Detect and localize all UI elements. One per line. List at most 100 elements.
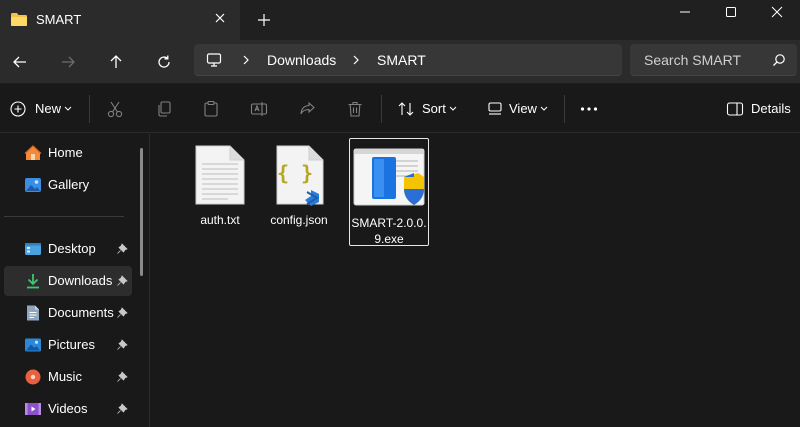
details-pane-button[interactable]: Details [726,97,792,121]
close-window-button[interactable] [754,0,800,28]
sidebar-item-label: Pictures [48,337,95,352]
new-button-label: New [35,101,62,116]
sidebar-divider [4,216,124,217]
more-options-button[interactable] [580,97,600,121]
command-bar: New Sort View Details [0,85,800,133]
new-button[interactable]: New [10,97,76,121]
search-icon [773,54,785,66]
file-item-smart-exe[interactable]: SMART-2.0.0.9.exe [349,138,429,246]
rename-icon [250,102,268,116]
sidebar-item-label: Music [48,369,82,384]
file-name: auth.txt [200,213,240,227]
new-tab-icon[interactable] [255,11,273,29]
plus-circle-icon [10,101,26,117]
sidebar-item-label: Desktop [48,241,96,256]
arrow-left-icon [13,56,26,68]
search-input[interactable]: Search SMART [644,52,741,68]
sidebar-item-videos[interactable]: Videos [4,394,132,424]
search-box[interactable]: Search SMART [630,44,797,76]
sidebar-item-pictures[interactable]: Pictures [4,330,132,360]
desktop-icon [25,243,41,255]
json-file-icon: { } [276,145,324,206]
close-icon [771,6,783,18]
documents-icon [27,305,39,321]
maximize-button[interactable] [708,0,754,28]
pin-icon[interactable] [116,307,128,319]
view-icon [488,102,502,115]
back-button[interactable] [8,50,32,74]
text-file-icon [195,145,245,205]
folder-icon [11,13,27,26]
sidebar-item-label: Videos [48,401,88,416]
view-button[interactable]: View [486,97,550,121]
rename-button[interactable] [250,97,268,121]
address-bar[interactable]: Downloads SMART [194,44,622,76]
chevron-down-icon [540,106,548,111]
refresh-button[interactable] [152,50,176,74]
sidebar-item-home[interactable]: Home [4,138,132,168]
minimize-icon [680,11,690,13]
pictures-icon [25,338,41,352]
pin-icon[interactable] [116,339,128,351]
share-button[interactable] [298,97,316,121]
gallery-icon [25,178,41,192]
scissors-icon [107,101,123,118]
pin-icon[interactable] [116,275,128,287]
file-list[interactable]: auth.txt { } config.json SMART-2.0.0.9.e… [151,134,800,427]
sidebar-item-downloads[interactable]: Downloads [4,266,132,296]
toolbar-divider [381,95,382,123]
title-bar: SMART [0,0,800,40]
pin-icon[interactable] [116,243,128,255]
up-button[interactable] [104,50,128,74]
copy-button[interactable] [155,97,173,121]
pin-icon[interactable] [116,403,128,415]
paste-button[interactable] [202,97,220,121]
arrow-up-icon [110,55,122,68]
sidebar-item-label: Gallery [48,177,90,192]
scrollbar[interactable] [140,148,143,276]
pin-icon[interactable] [116,371,128,383]
file-item-auth-txt[interactable]: auth.txt [180,138,260,244]
chevron-right-icon [353,55,359,65]
details-pane-icon [726,102,744,116]
this-pc-icon [206,53,222,67]
view-button-label: View [509,101,537,116]
installer-icon [353,148,425,206]
toolbar-divider [564,95,565,123]
breadcrumb-downloads[interactable]: Downloads [267,52,336,68]
sidebar-item-documents[interactable]: Documents [4,298,132,328]
tab-title: SMART [36,12,82,27]
trash-icon [348,101,362,117]
file-name: config.json [270,213,328,227]
close-tab-icon[interactable] [212,10,228,26]
sidebar-item-label: Documents [48,305,114,320]
sidebar-item-label: Home [48,145,83,160]
navigation-pane: Home Gallery Desktop Downloads Documents… [0,134,150,427]
clipboard-icon [204,100,218,117]
delete-button[interactable] [346,97,364,121]
home-icon [24,145,42,160]
cut-button[interactable] [106,97,124,121]
sort-button-label: Sort [422,101,446,116]
sidebar-item-desktop[interactable]: Desktop [4,234,132,264]
music-icon [25,369,41,385]
navigation-bar: Downloads SMART Search SMART [0,40,800,84]
share-icon [300,101,315,115]
file-name: SMART-2.0.0.9.exe [351,216,427,246]
sidebar-item-gallery[interactable]: Gallery [4,170,132,200]
sidebar-item-label: Downloads [48,273,113,288]
toolbar-divider [89,95,90,123]
chevron-down-icon [64,106,72,111]
minimize-button[interactable] [662,0,708,28]
svg-text:{ }: { } [277,161,313,185]
tab-smart[interactable]: SMART [0,0,240,40]
sidebar-item-music[interactable]: Music [4,362,132,392]
sort-button[interactable]: Sort [397,97,459,121]
details-pane-label: Details [751,101,791,116]
sort-icon [398,102,414,116]
videos-icon [25,403,41,415]
breadcrumb-smart[interactable]: SMART [377,52,426,68]
forward-button[interactable] [56,50,80,74]
file-item-config-json[interactable]: { } config.json [259,138,339,244]
chevron-down-icon [449,106,457,111]
